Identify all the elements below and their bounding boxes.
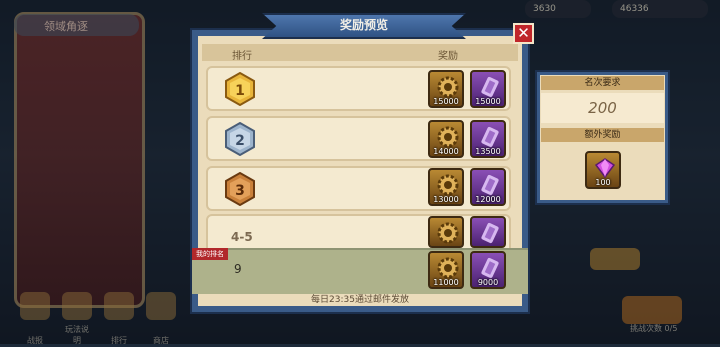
scroll-icon bbox=[481, 76, 499, 98]
header-rank: 排行 bbox=[232, 51, 252, 62]
gear-icon bbox=[437, 174, 459, 196]
requirement-value: 200 bbox=[541, 93, 664, 123]
challenge-count-label: 挑战次数 0/5 bbox=[630, 324, 678, 333]
dialog-title: 奖励预览 bbox=[339, 18, 388, 32]
item-qty: 11000 bbox=[433, 278, 459, 287]
footer-note: 每日23:35通过邮件发放 bbox=[311, 295, 409, 305]
gem-icon bbox=[594, 158, 616, 179]
background-left-panel bbox=[14, 12, 145, 308]
item-qty: 15000 bbox=[475, 97, 501, 106]
rules-icon bbox=[62, 292, 92, 320]
nav-label: 玩法说明 bbox=[65, 325, 89, 345]
shop-icon bbox=[146, 292, 176, 320]
item-qty: 100 bbox=[595, 178, 611, 187]
gold-medal-icon: 1 bbox=[225, 72, 255, 106]
header-reward: 奖励 bbox=[438, 51, 458, 62]
silver-medal-icon: 2 bbox=[225, 122, 255, 156]
nav-label: 战报 bbox=[27, 336, 43, 345]
rank-3-label: 3 bbox=[235, 183, 245, 199]
item-qty: 14000 bbox=[433, 147, 459, 156]
requirement-label: 名次要求 bbox=[541, 76, 664, 90]
currency-1: 3630 bbox=[525, 0, 591, 18]
scroll-item[interactable]: 12000 bbox=[470, 168, 506, 206]
my-rank-tag: 我的排名 bbox=[192, 248, 228, 260]
bronze-medal-icon: 3 bbox=[225, 172, 255, 206]
scroll-icon bbox=[481, 126, 499, 148]
gear-icon bbox=[437, 222, 459, 244]
scroll-item[interactable] bbox=[470, 216, 506, 248]
item-qty: 12000 bbox=[475, 195, 501, 204]
gear-item[interactable]: 11000 bbox=[428, 251, 464, 289]
nav-label: 商店 bbox=[153, 336, 169, 345]
ranking-icon bbox=[104, 292, 134, 320]
rank-range-label: 4-5 bbox=[231, 230, 253, 244]
my-rank-value: 9 bbox=[234, 262, 242, 276]
gear-icon bbox=[437, 257, 459, 279]
close-button[interactable]: ✕ bbox=[513, 23, 534, 44]
gear-item[interactable]: 13000 bbox=[428, 168, 464, 206]
scroll-icon bbox=[481, 257, 499, 279]
rank-2-label: 2 bbox=[235, 133, 245, 149]
gear-item[interactable]: 15000 bbox=[428, 70, 464, 108]
scroll-item[interactable]: 15000 bbox=[470, 70, 506, 108]
scroll-item[interactable]: 9000 bbox=[470, 251, 506, 289]
scroll-icon bbox=[481, 174, 499, 196]
extra-reward-label: 额外奖励 bbox=[541, 128, 664, 142]
item-qty: 13000 bbox=[433, 195, 459, 204]
battle-report-icon bbox=[20, 292, 50, 320]
scroll-icon bbox=[481, 222, 499, 244]
scroll-item[interactable]: 13500 bbox=[470, 120, 506, 158]
gear-icon bbox=[437, 126, 459, 148]
background-left-title: 领域角逐 bbox=[14, 14, 139, 36]
item-qty: 15000 bbox=[433, 97, 459, 106]
gear-item[interactable]: 14000 bbox=[428, 120, 464, 158]
background-button bbox=[590, 248, 640, 270]
currency-2: 46336 bbox=[612, 0, 708, 18]
background-bottom-nav: 战报 玩法说明排行 商店 bbox=[20, 292, 195, 345]
rank-1-label: 1 bbox=[235, 83, 245, 99]
gem-item[interactable]: 100 bbox=[585, 151, 621, 189]
gear-item[interactable] bbox=[428, 216, 464, 248]
background-challenge-button bbox=[622, 296, 682, 324]
gear-icon bbox=[437, 76, 459, 98]
item-qty: 13500 bbox=[475, 147, 501, 156]
nav-label: 排行 bbox=[111, 336, 127, 345]
item-qty: 9000 bbox=[477, 278, 499, 287]
